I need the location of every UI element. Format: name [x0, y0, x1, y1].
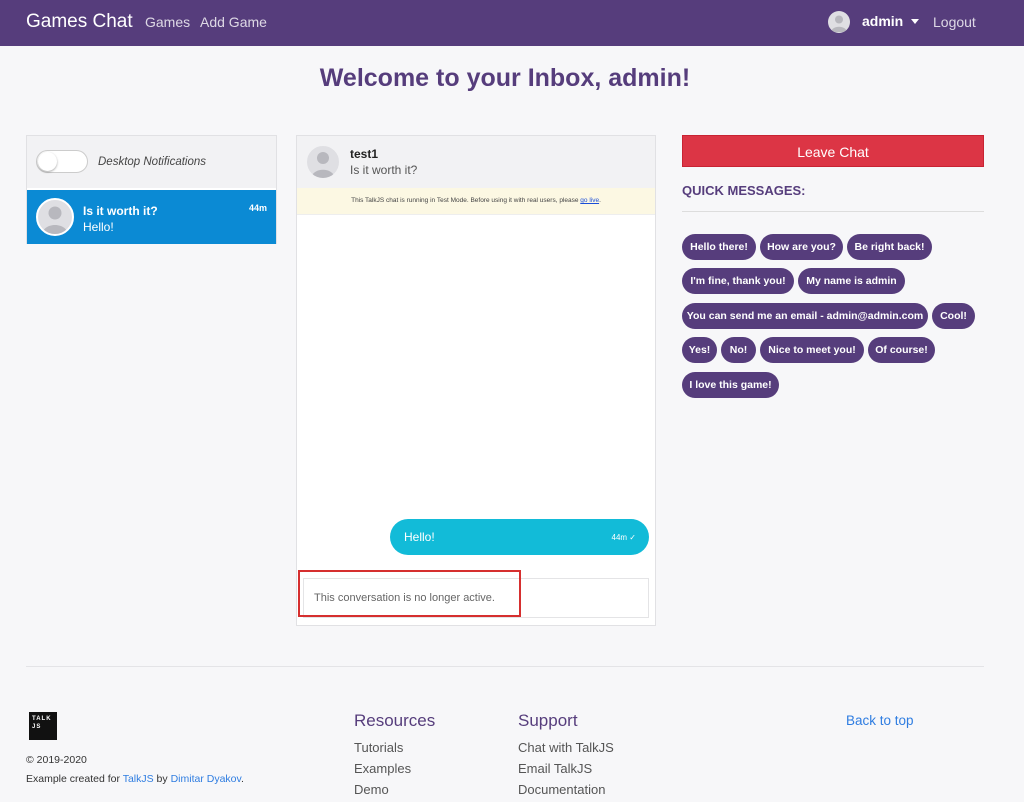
email-talkjs-link[interactable]: Email TalkJS [518, 761, 592, 776]
chat-header: test1 Is it worth it? [297, 136, 655, 188]
participant-name: test1 [350, 147, 379, 161]
inbox-panel: Desktop Notifications Is it worth it? He… [26, 135, 277, 244]
quick-message-button[interactable]: No! [721, 337, 756, 363]
conversation-title: Is it worth it? [83, 204, 158, 218]
resources-heading: Resources [354, 711, 436, 730]
page-title: Welcome to your Inbox, admin! [319, 64, 691, 92]
test-mode-text: This TalkJS chat is running in Test Mode… [351, 197, 579, 204]
quick-message-button[interactable]: Of course! [868, 337, 935, 363]
top-navbar: Games Chat Games Add Game admin Logout [0, 0, 1024, 46]
notifications-label: Desktop Notifications [98, 156, 207, 168]
conversation-last-message: Hello! [83, 220, 114, 234]
quick-message-button[interactable]: How are you? [760, 234, 843, 260]
copyright-text: © 2019-2020 [26, 754, 87, 766]
nav-games-link[interactable]: Games [145, 14, 190, 30]
quick-message-button[interactable]: My name is admin [798, 268, 905, 294]
chat-panel: test1 Is it worth it? This TalkJS chat i… [296, 135, 656, 626]
notifications-row: Desktop Notifications [27, 136, 276, 188]
footer-divider [26, 666, 984, 667]
quick-message-button[interactable]: Yes! [682, 337, 717, 363]
credit-text: Example created for TalkJS by Dimitar Dy… [26, 773, 244, 785]
quick-messages-title: QUICK MESSAGES: [682, 183, 806, 198]
quick-messages-divider [682, 211, 984, 212]
leave-chat-button[interactable]: Leave Chat [682, 135, 984, 167]
notifications-toggle[interactable] [36, 150, 88, 173]
documentation-link[interactable]: Documentation [518, 782, 605, 797]
user-menu-toggle[interactable]: admin [862, 13, 903, 29]
quick-message-button[interactable]: I love this game! [682, 372, 779, 398]
quick-message-button[interactable]: Cool! [932, 303, 975, 329]
nav-add-game-link[interactable]: Add Game [200, 14, 267, 30]
chat-with-talkjs-link[interactable]: Chat with TalkJS [518, 740, 614, 755]
quick-message-button[interactable]: I'm fine, thank you! [682, 268, 794, 294]
quick-message-button[interactable]: Be right back! [847, 234, 932, 260]
conversation-avatar-icon [36, 198, 74, 236]
message-time: 44m ✓ [611, 533, 637, 542]
quick-message-button[interactable]: You can send me an email - admin@admin.c… [682, 303, 928, 329]
author-link[interactable]: Dimitar Dyakov [171, 773, 241, 785]
conversation-time: 44m [249, 203, 268, 213]
examples-link[interactable]: Examples [354, 761, 411, 776]
conversation-subject: Is it worth it? [350, 163, 418, 177]
talkjs-link[interactable]: TalkJS [123, 773, 154, 785]
back-to-top-link[interactable]: Back to top [846, 713, 914, 728]
test-mode-end: . [599, 197, 601, 204]
test-mode-banner: This TalkJS chat is running in Test Mode… [297, 188, 655, 215]
toggle-knob [38, 152, 57, 171]
message-bubble: Hello! 44m ✓ [390, 519, 649, 555]
conversation-list-item[interactable]: Is it worth it? Hello! 44m [27, 190, 276, 244]
demo-link[interactable]: Demo [354, 782, 389, 797]
participant-avatar-icon [305, 144, 341, 180]
user-avatar-icon[interactable] [828, 11, 850, 33]
highlight-outline [298, 570, 521, 617]
brand-link[interactable]: Games Chat [26, 11, 133, 33]
talkjs-logo: TALK JS [29, 712, 57, 740]
support-heading: Support [518, 711, 578, 730]
tutorials-link[interactable]: Tutorials [354, 740, 403, 755]
go-live-link[interactable]: go live [580, 197, 599, 204]
message-text: Hello! [404, 530, 435, 544]
logout-link[interactable]: Logout [933, 14, 976, 30]
quick-message-button[interactable]: Nice to meet you! [760, 337, 864, 363]
quick-message-button[interactable]: Hello there! [682, 234, 756, 260]
caret-down-icon[interactable] [911, 19, 919, 24]
